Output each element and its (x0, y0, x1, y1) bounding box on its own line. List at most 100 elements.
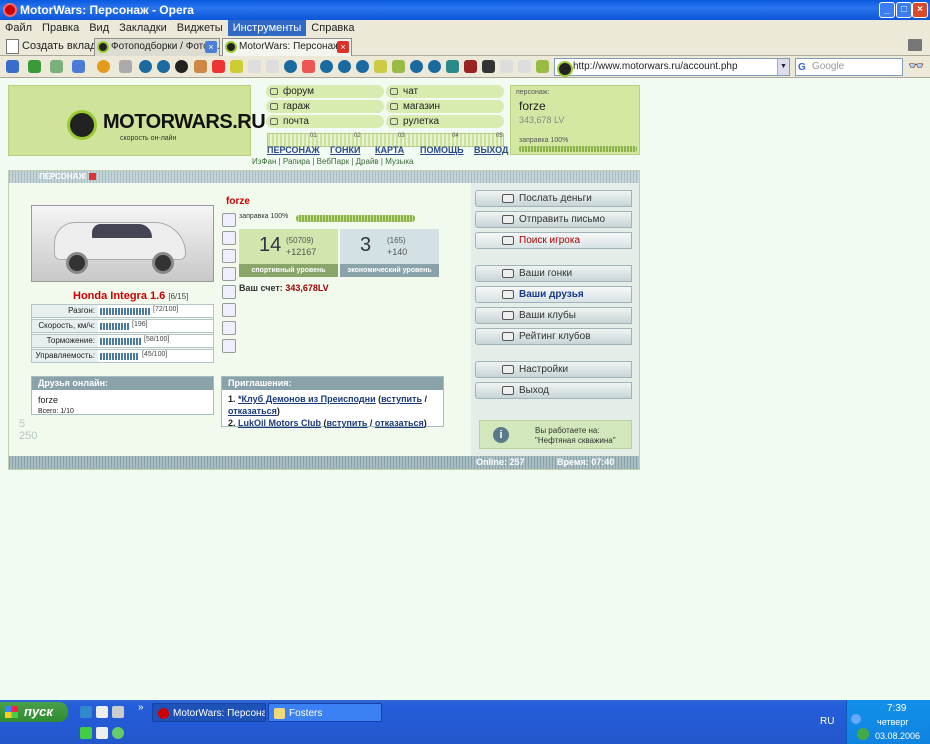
sublink[interactable]: ИзФан (252, 157, 276, 166)
back-icon[interactable] (28, 60, 41, 73)
desktop-icon[interactable] (96, 706, 108, 718)
start-button[interactable]: пуск (0, 702, 68, 722)
menu-tools[interactable]: Инструменты (227, 20, 307, 36)
bookmark-icon[interactable] (302, 60, 315, 73)
forward-icon[interactable] (50, 60, 63, 73)
new-tab-button[interactable]: Создать вкладку (4, 38, 107, 54)
bookmark-icon[interactable] (482, 60, 495, 73)
menu-edit[interactable]: Правка (37, 20, 84, 36)
nav-chat[interactable]: чат (386, 85, 504, 98)
nav-forum[interactable]: форум (266, 85, 384, 98)
maximize-button[interactable]: □ (896, 2, 912, 18)
address-bar[interactable]: http://www.motorwars.ru/account.php ▼ (554, 58, 790, 77)
link-exit[interactable]: ВЫХОД (474, 145, 508, 155)
garage-slot-icon[interactable] (222, 213, 236, 227)
collapse-icon[interactable] (89, 173, 96, 180)
logout-button[interactable]: Выход (475, 382, 632, 399)
task-fosters[interactable]: Fosters (268, 703, 382, 722)
bookmark-globe-icon[interactable] (284, 60, 297, 73)
bookmark-page-icon[interactable] (518, 60, 531, 73)
invite-club-link[interactable]: LukOil Motors Club (238, 418, 321, 428)
your-clubs-button[interactable]: Ваши клубы (475, 307, 632, 324)
close-tab-icon[interactable]: × (205, 41, 217, 53)
sublink[interactable]: ВебПарк (317, 157, 349, 166)
garage-slot-icon[interactable] (222, 249, 236, 263)
invite-decline-link[interactable]: отказаться (228, 406, 277, 416)
menu-view[interactable]: Вид (84, 20, 114, 36)
garage-slot-icon[interactable] (222, 321, 236, 335)
close-button[interactable]: × (912, 2, 928, 18)
bookmark-page-icon[interactable] (500, 60, 513, 73)
tab-motorwars[interactable]: MotorWars: Персонаж × (222, 38, 352, 56)
link-help[interactable]: ПОМОЩЬ (420, 145, 464, 155)
yandex-icon[interactable] (212, 60, 225, 73)
task-opera[interactable]: MotorWars: Персона... (152, 703, 266, 722)
edit-icon[interactable] (119, 60, 132, 73)
sublink[interactable]: Драйв (356, 157, 379, 166)
quicklaunch-icon[interactable] (80, 727, 92, 739)
trash-icon[interactable] (908, 39, 922, 51)
nav-mail[interactable]: почта (266, 115, 384, 128)
search-input[interactable]: G Google (795, 58, 903, 76)
link-map[interactable]: КАРТА (375, 145, 404, 155)
link-character[interactable]: ПЕРСОНАЖ (267, 145, 320, 155)
invite-decline-link[interactable]: отказаться (375, 418, 424, 428)
nav-shop[interactable]: магазин (386, 100, 504, 113)
player-name[interactable]: forze (226, 196, 250, 207)
site-logo[interactable]: MOTORWARS.RU скорость он-лайн (8, 85, 266, 156)
invite-accept-link[interactable]: вступить (381, 394, 422, 404)
sublink[interactable]: Музыка (385, 157, 413, 166)
chevron-right-icon[interactable]: » (138, 702, 144, 713)
ie-icon[interactable] (80, 706, 92, 718)
minimize-button[interactable]: _ (879, 2, 895, 18)
send-letter-button[interactable]: Отправить письмо (475, 211, 632, 228)
menu-widgets[interactable]: Виджеты (172, 20, 228, 36)
menu-help[interactable]: Справка (306, 20, 359, 36)
tray-icon[interactable] (857, 728, 869, 740)
close-tab-icon[interactable]: × (337, 41, 349, 53)
club-rating-button[interactable]: Рейтинг клубов (475, 328, 632, 345)
language-indicator[interactable]: RU (820, 716, 834, 727)
garage-slot-icon[interactable] (222, 339, 236, 353)
sublink[interactable]: Рапира (283, 157, 310, 166)
motorwars-bookmark-icon[interactable] (175, 60, 188, 73)
tab-photos[interactable]: Фотоподборки / Фотоп... × (94, 38, 220, 56)
quicklaunch-icon[interactable] (112, 727, 124, 739)
glasses-icon[interactable]: 👓 (908, 58, 924, 74)
send-money-button[interactable]: Послать деньги (475, 190, 632, 207)
bookmark-globe-icon[interactable] (356, 60, 369, 73)
your-friends-button[interactable]: Ваши друзья (475, 286, 632, 303)
menu-file[interactable]: Файл (0, 20, 37, 36)
link-races[interactable]: ГОНКИ (330, 145, 360, 155)
nav-garage[interactable]: гараж (266, 100, 384, 113)
bookmark-globe-icon[interactable] (157, 60, 170, 73)
settings-button[interactable]: Настройки (475, 361, 632, 378)
bookmark-page-icon[interactable] (248, 60, 261, 73)
find-player-button[interactable]: Поиск игрока (475, 232, 632, 249)
bookmark-page-icon[interactable] (266, 60, 279, 73)
bookmark-globe-icon[interactable] (139, 60, 152, 73)
bookmark-icon[interactable] (446, 60, 459, 73)
bookmark-icon[interactable] (392, 60, 405, 73)
nav-roulette[interactable]: рулетка (386, 115, 504, 128)
profile-name[interactable]: forze (519, 99, 546, 113)
clock-time[interactable]: 7:39 (887, 703, 906, 714)
fast-forward-icon[interactable] (72, 60, 85, 73)
rewind-icon[interactable] (6, 60, 19, 73)
garage-slot-icon[interactable] (222, 285, 236, 299)
quicklaunch-icon[interactable] (96, 727, 108, 739)
bookmark-icon[interactable] (464, 60, 477, 73)
reload-icon[interactable] (97, 60, 110, 73)
bookmark-icon[interactable] (194, 60, 207, 73)
chevron-down-icon[interactable]: ▼ (777, 59, 789, 75)
your-races-button[interactable]: Ваши гонки (475, 265, 632, 282)
bookmark-icon[interactable] (374, 60, 387, 73)
friend-name[interactable]: forze (38, 395, 58, 405)
bookmark-globe-icon[interactable] (428, 60, 441, 73)
bookmark-globe-icon[interactable] (410, 60, 423, 73)
bookmark-icon[interactable] (230, 60, 243, 73)
bookmark-globe-icon[interactable] (320, 60, 333, 73)
menu-bookmarks[interactable]: Закладки (114, 20, 172, 36)
invite-accept-link[interactable]: вступить (327, 418, 368, 428)
garage-slot-icon[interactable] (222, 267, 236, 281)
